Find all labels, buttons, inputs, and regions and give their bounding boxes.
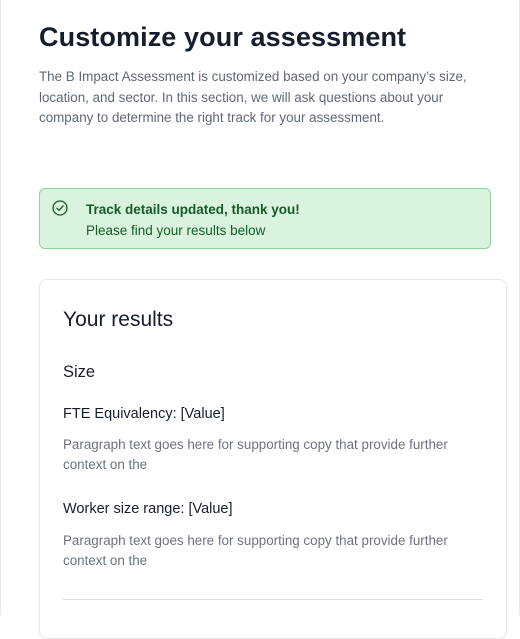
alert-message: Please find your results below	[86, 223, 266, 238]
fte-equivalency-description: Paragraph text goes here for supporting …	[63, 437, 448, 472]
results-title: Your results	[63, 308, 174, 331]
worker-size-range-label: Worker size range: [Value]	[63, 501, 233, 517]
worker-size-range-description: Paragraph text goes here for supporting …	[63, 533, 448, 568]
results-card: Your results Size FTE Equivalency: [Valu…	[39, 279, 507, 639]
check-circle-icon	[52, 200, 68, 216]
intro-paragraph: The B Impact Assessment is customized ba…	[39, 69, 467, 125]
section-divider	[63, 599, 483, 600]
success-alert: Track details updated, thank you! Please…	[39, 188, 491, 249]
alert-title: Track details updated, thank you!	[86, 202, 300, 217]
page-title: Customize your assessment	[39, 22, 407, 52]
fte-equivalency-label: FTE Equivalency: [Value]	[63, 406, 225, 422]
size-section-heading: Size	[63, 363, 96, 381]
assessment-page: Customize your assessment The B Impact A…	[0, 0, 520, 639]
